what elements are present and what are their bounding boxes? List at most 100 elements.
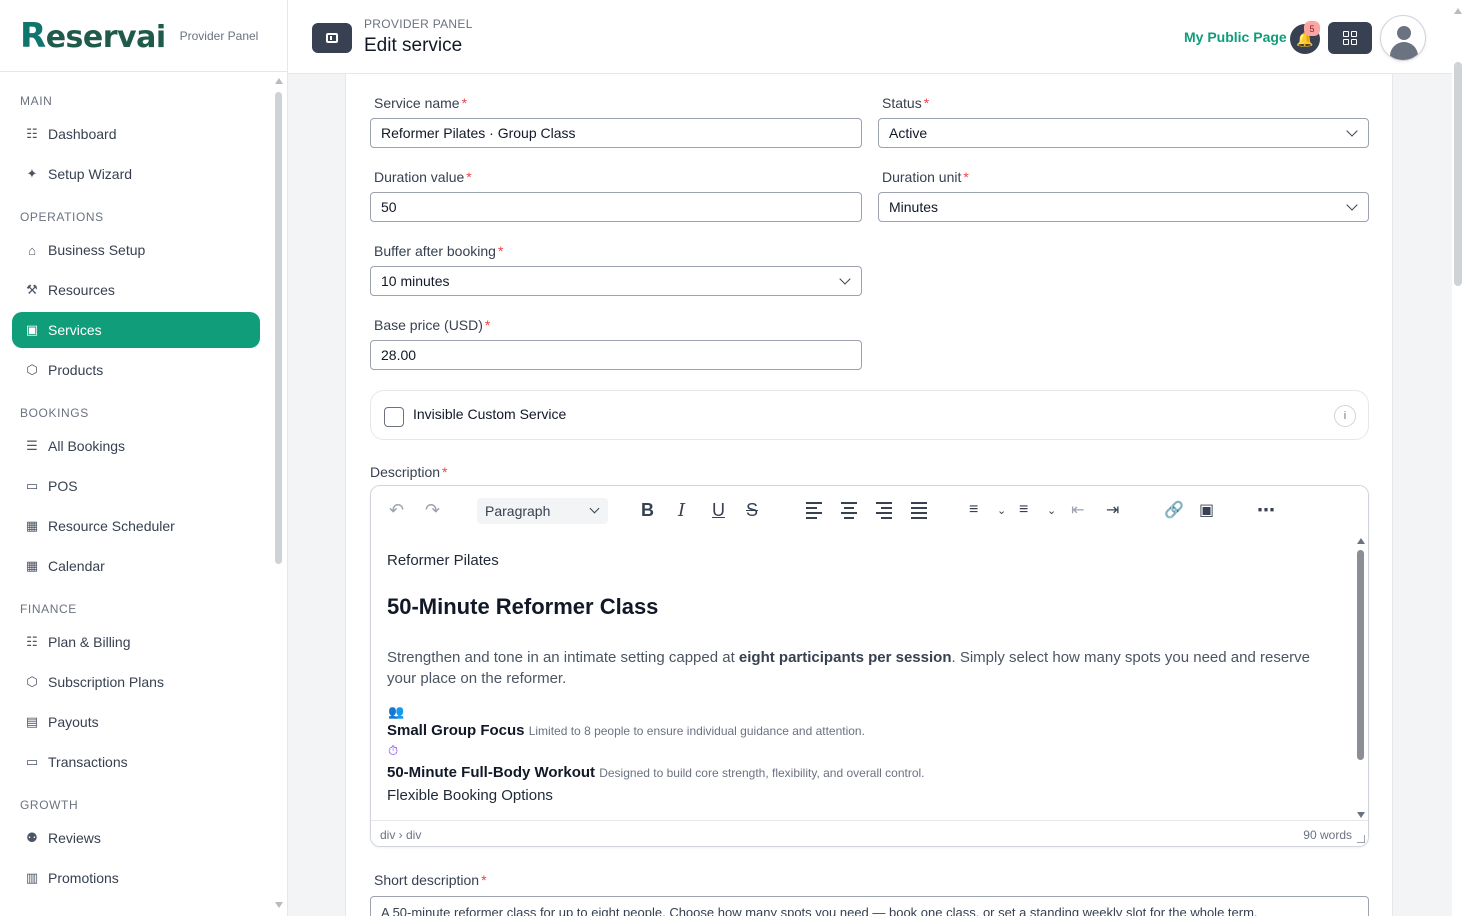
editor-content[interactable]: Reformer Pilates 50-Minute Reformer Clas… xyxy=(371,534,1368,822)
sidebar-item-all-bookings[interactable]: ☰ All Bookings xyxy=(12,426,260,466)
chevron-down-icon[interactable]: ⌄ xyxy=(1047,498,1056,522)
word-count[interactable]: 90 words xyxy=(1303,828,1352,842)
duration-value-input[interactable]: 50 xyxy=(370,192,862,222)
service-name-input[interactable]: Reformer Pilates · Group Class xyxy=(370,118,862,148)
sidebar-item-promotions[interactable]: ▥ Promotions xyxy=(12,858,260,898)
italic-icon[interactable]: I xyxy=(678,498,685,522)
sidebar-item-services[interactable]: ▣ Services xyxy=(12,312,260,348)
strikethrough-icon[interactable]: S xyxy=(746,498,758,522)
sidebar-item-label: Payouts xyxy=(48,714,99,730)
align-right-icon[interactable] xyxy=(875,498,893,522)
sidebar-item-resource-scheduler[interactable]: ▦ Resource Scheduler xyxy=(12,506,260,546)
calendar-icon: ▦ xyxy=(25,558,39,573)
duration-unit-select[interactable]: Minutes xyxy=(878,192,1369,222)
store-icon: ⌂ xyxy=(28,242,36,258)
sidebar-toggle-button[interactable] xyxy=(312,23,352,53)
service-name-label: Service name * xyxy=(374,95,468,111)
sidebar-item-products[interactable]: ⬡ Products xyxy=(12,350,260,390)
link-icon[interactable]: 🔗 xyxy=(1164,498,1184,522)
status-select[interactable]: Active xyxy=(878,118,1369,148)
editor-toolbar: ↶ ↷ Paragraph B I U S ≡ ⌄ ≡ ⌄ ⇤ ⇥ 🔗 ▣ ⋯ xyxy=(371,486,1368,534)
sidebar-item-pos[interactable]: ▭ POS xyxy=(12,466,260,506)
sidebar-item-label: Promotions xyxy=(48,870,119,886)
box-icon: ⬡ xyxy=(26,674,38,689)
chevron-down-icon xyxy=(1346,199,1358,211)
sidebar-item-dashboard[interactable]: ☷ Dashboard xyxy=(12,114,260,154)
sidebar-item-reviews[interactable]: ⚉ Reviews xyxy=(12,818,260,858)
sidebar-nav: MAIN ☷ Dashboard ✦ Setup Wizard OPERATIONS ⌂ Bu… xyxy=(0,72,272,916)
more-icon[interactable]: ⋯ xyxy=(1257,498,1275,522)
resize-handle[interactable] xyxy=(1357,835,1365,843)
sidebar-item-setup-wizard[interactable]: ✦ Setup Wizard xyxy=(12,154,260,194)
wand-icon: ✦ xyxy=(26,166,38,181)
outdent-icon[interactable]: ⇤ xyxy=(1071,498,1084,522)
user-avatar[interactable] xyxy=(1380,15,1426,61)
sidebar-item-transactions[interactable]: ▭ Transactions xyxy=(12,742,260,782)
chevron-down-icon xyxy=(1346,125,1358,137)
ticket-icon: ▥ xyxy=(25,870,39,885)
wrench-icon: ⚒ xyxy=(26,282,38,297)
nav-section-title: FINANCE xyxy=(20,602,77,616)
page-scrollbar[interactable] xyxy=(1452,0,1464,916)
box-icon: ⬡ xyxy=(26,362,38,377)
editor-scrollbar[interactable] xyxy=(1356,536,1366,820)
align-justify-icon[interactable] xyxy=(910,498,928,522)
sidebar-item-resources[interactable]: ⚒ Resources xyxy=(12,270,260,310)
editor-statusbar: div › div 90 words xyxy=(371,820,1368,846)
element-path[interactable]: div › div xyxy=(380,828,421,842)
apps-button[interactable] xyxy=(1328,22,1372,54)
sidebar-item-label: Transactions xyxy=(48,754,128,770)
content-line: Flexible Booking Options xyxy=(387,787,553,804)
sidebar-item-label: Setup Wizard xyxy=(48,166,133,182)
sidebar-item-label: Resource Scheduler xyxy=(48,518,175,534)
sidebar-item-subscription-plans[interactable]: ⬡ Subscription Plans xyxy=(12,662,260,702)
sidebar-item-payouts[interactable]: ▤ Payouts xyxy=(12,702,260,742)
invisible-service-checkbox[interactable] xyxy=(384,407,404,427)
sidebar-item-business-setup[interactable]: ⌂ Business Setup xyxy=(12,230,260,270)
base-price-label: Base price (USD) * xyxy=(374,317,491,333)
description-label: Description * xyxy=(370,464,448,480)
sidebar-item-plan-billing[interactable]: ☷ Plan & Billing xyxy=(12,622,260,662)
calendar-icon: ▦ xyxy=(25,518,39,533)
sidebar-item-label: Subscription Plans xyxy=(48,674,164,690)
content-line: Reformer Pilates xyxy=(387,552,499,569)
sidebar-item-label: Dashboard xyxy=(48,126,117,142)
bold-icon[interactable]: B xyxy=(641,498,654,522)
sidebar-item-calendar[interactable]: ▦ Calendar xyxy=(12,546,260,586)
chevron-down-icon xyxy=(589,503,600,514)
sidebar-scrollbar[interactable] xyxy=(274,78,284,908)
short-description-label: Short description * xyxy=(374,872,487,888)
numbered-list-icon[interactable]: ≡ xyxy=(1019,498,1028,522)
align-center-icon[interactable] xyxy=(840,498,858,522)
bullet-list-icon[interactable]: ≡ xyxy=(969,498,978,522)
indent-icon[interactable]: ⇥ xyxy=(1106,498,1119,522)
sidebar-item-label: Business Setup xyxy=(48,242,146,258)
content-heading: 50-Minute Reformer Class xyxy=(387,594,659,619)
stopwatch-icon: ⏱ xyxy=(388,743,399,758)
invisible-service-option: Invisible Custom Service i xyxy=(370,390,1369,440)
people-icon: ⚉ xyxy=(26,830,38,845)
receipt-icon: ☷ xyxy=(26,634,38,649)
info-icon[interactable]: i xyxy=(1334,405,1356,427)
undo-icon[interactable]: ↶ xyxy=(389,498,404,522)
brand: Reservai Provider Panel xyxy=(0,0,287,72)
public-page-link[interactable]: My Public Page xyxy=(1184,29,1287,45)
block-format-select[interactable]: Paragraph xyxy=(477,498,608,524)
align-left-icon[interactable] xyxy=(805,498,823,522)
buffer-select[interactable]: 10 minutes xyxy=(370,266,862,296)
nav-section-title: MAIN xyxy=(20,94,53,108)
chevron-down-icon[interactable]: ⌄ xyxy=(997,498,1006,522)
image-icon[interactable]: ▣ xyxy=(1199,498,1214,522)
brand-logo[interactable]: Reservai xyxy=(20,16,166,56)
sidebar: Reservai Provider Panel MAIN ☷ Dashboard ✦ S… xyxy=(0,0,288,916)
nav-section-title: OPERATIONS xyxy=(20,210,104,224)
base-price-input[interactable]: 28.00 xyxy=(370,340,862,370)
nav-section-title: GROWTH xyxy=(20,798,79,812)
sidebar-item-label: Reviews xyxy=(48,830,101,846)
notification-badge: 5 xyxy=(1304,21,1320,36)
redo-icon[interactable]: ↷ xyxy=(425,498,440,522)
duration-value-label: Duration value * xyxy=(374,169,472,185)
underline-icon[interactable]: U xyxy=(712,498,725,522)
short-description-input[interactable]: A 50-minute reformer class for up to eig… xyxy=(370,896,1369,916)
sidebar-item-label: Products xyxy=(48,362,104,378)
